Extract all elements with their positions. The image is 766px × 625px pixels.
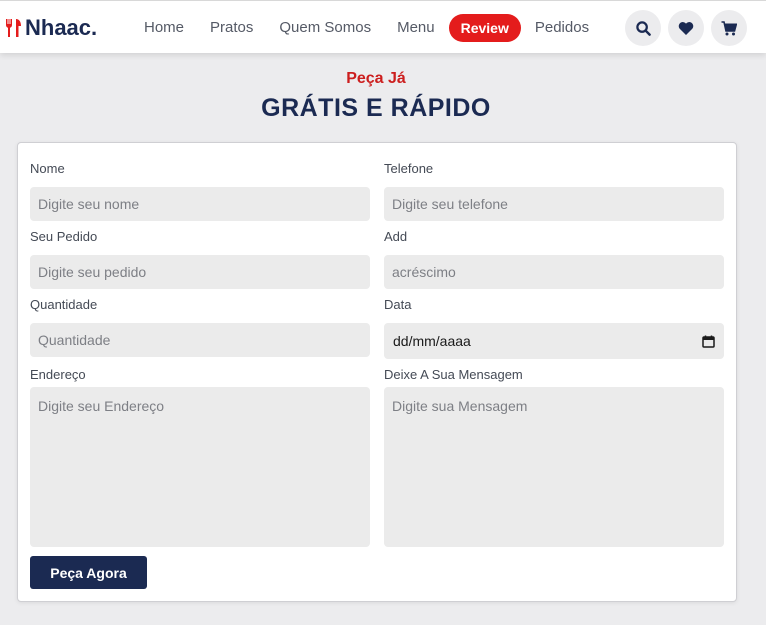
field-mensagem: Deixe A Sua Mensagem <box>384 366 724 547</box>
date-input[interactable]: dd/mm/aaaa <box>384 323 724 359</box>
field-nome: Nome <box>30 160 370 221</box>
field-pedido: Seu Pedido <box>30 228 370 289</box>
cart-button[interactable] <box>711 10 747 46</box>
endereco-textarea[interactable] <box>30 387 370 547</box>
quantidade-label: Quantidade <box>30 297 98 312</box>
quantidade-input[interactable] <box>30 323 370 357</box>
search-button[interactable] <box>625 10 661 46</box>
pedido-label: Seu Pedido <box>30 229 98 244</box>
section-title: GRÁTIS E RÁPIDO <box>261 94 491 122</box>
add-input[interactable] <box>384 255 724 289</box>
cart-icon <box>721 20 737 35</box>
calendar-icon[interactable] <box>702 335 715 348</box>
nav-quem-somos[interactable]: Quem Somos <box>266 14 384 42</box>
add-label: Add <box>384 229 408 244</box>
utensils-icon <box>6 19 21 37</box>
nav-menu[interactable]: Menu <box>384 14 448 42</box>
header-actions <box>625 10 747 46</box>
submit-order-button[interactable]: Peça Agora <box>30 556 147 589</box>
telefone-input[interactable] <box>384 187 724 221</box>
field-data: Data dd/mm/aaaa <box>384 296 724 359</box>
favorites-button[interactable] <box>668 10 704 46</box>
main-nav: Home Pratos Quem Somos Menu Review Pedid… <box>131 14 602 42</box>
order-form: Nome Telefone Seu Pedido Add Quantidade … <box>17 142 737 602</box>
mensagem-label: Deixe A Sua Mensagem <box>384 367 523 382</box>
nav-review[interactable]: Review <box>448 14 521 42</box>
header: Nhaac. Home Pratos Quem Somos Menu Revie… <box>0 0 766 53</box>
search-icon <box>635 20 651 36</box>
field-add: Add <box>384 228 724 289</box>
field-quantidade: Quantidade <box>30 296 370 357</box>
section-subtitle: Peça Já <box>346 70 406 87</box>
nome-input[interactable] <box>30 187 370 221</box>
field-telefone: Telefone <box>384 160 724 221</box>
pedido-input[interactable] <box>30 255 370 289</box>
nav-pedidos[interactable]: Pedidos <box>522 14 602 42</box>
nav-home[interactable]: Home <box>131 14 197 42</box>
logo-text: Nhaac. <box>25 15 98 40</box>
heart-icon <box>678 21 694 35</box>
endereco-label: Endereço <box>30 367 86 382</box>
mensagem-textarea[interactable] <box>384 387 724 547</box>
field-endereco: Endereço <box>30 366 370 547</box>
date-value: dd/mm/aaaa <box>393 333 471 349</box>
logo[interactable]: Nhaac. <box>5 15 97 41</box>
telefone-label: Telefone <box>384 161 434 176</box>
nav-pratos[interactable]: Pratos <box>197 14 266 42</box>
data-label: Data <box>384 297 412 312</box>
nome-label: Nome <box>30 161 65 176</box>
